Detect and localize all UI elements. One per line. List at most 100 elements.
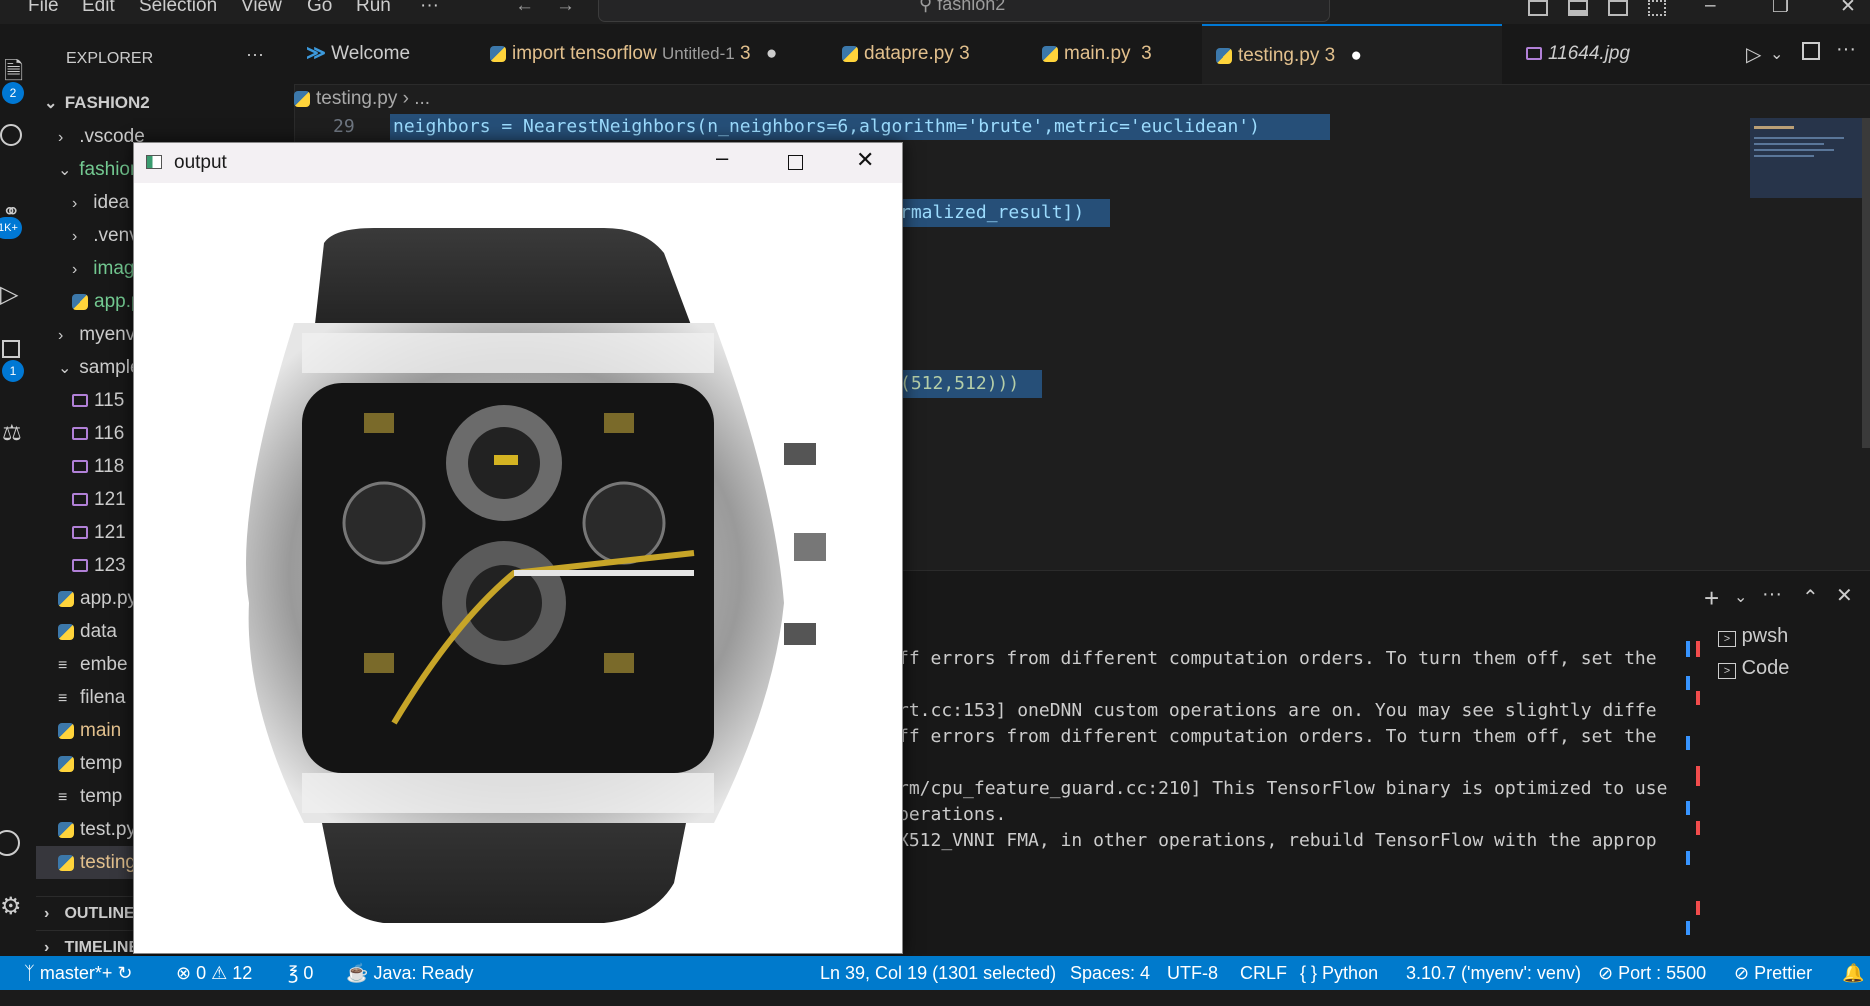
toggle-sidebar-icon[interactable] <box>1528 0 1548 16</box>
menu-file[interactable]: File <box>28 0 59 17</box>
text-file-icon: ≡ <box>58 789 68 806</box>
no-entry-icon: ⊘ <box>1598 963 1614 983</box>
toggle-panel-icon[interactable] <box>1568 0 1588 16</box>
code-line-29[interactable]: neighbors = NearestNeighbors(n_neighbors… <box>393 116 1260 137</box>
back-arrow-icon[interactable]: ← <box>515 0 534 17</box>
chevron-down-icon[interactable]: ⌄ <box>1734 587 1747 607</box>
status-eol[interactable]: CRLF <box>1240 956 1287 990</box>
testing-icon[interactable]: ⚖ <box>2 420 22 446</box>
run-file-icon[interactable]: ▷ <box>1746 42 1761 67</box>
coffee-icon: ☕ <box>346 963 369 983</box>
close-window-icon[interactable]: ✕ <box>1840 0 1856 18</box>
new-terminal-icon[interactable]: + <box>1704 583 1719 614</box>
status-java[interactable]: ☕ Java: Ready <box>346 956 474 990</box>
command-center[interactable]: ⚲ fashion2 <box>598 0 1330 22</box>
tab-welcome[interactable]: ≫ Welcome <box>306 24 466 84</box>
customize-layout-icon[interactable] <box>1648 0 1666 16</box>
output-window-titlebar[interactable]: output – ✕ <box>134 143 902 183</box>
code-fragment[interactable]: (512,512))) <box>900 373 1019 394</box>
tab-untitled[interactable]: import tensorflow Untitled-1 3 ● <box>490 24 777 84</box>
toggle-secondary-sidebar-icon[interactable] <box>1608 0 1628 16</box>
error-count: 0 <box>196 963 207 983</box>
maximize-icon[interactable] <box>788 155 803 170</box>
minimize-icon[interactable]: – <box>716 145 728 171</box>
status-bar: ᛉ master*+ ↻ ⊗ 0 ⚠ 12 ℥ 0 ☕ Java: Ready … <box>0 956 1870 990</box>
forward-arrow-icon[interactable]: → <box>556 0 575 17</box>
menu-go[interactable]: Go <box>307 0 332 17</box>
image-file-icon <box>72 493 88 507</box>
account-icon[interactable] <box>0 830 20 856</box>
maximize-panel-icon[interactable]: ⌃ <box>1802 585 1819 610</box>
close-icon[interactable]: ✕ <box>856 147 874 173</box>
python-file-icon <box>58 821 74 838</box>
tab-testing-active[interactable]: testing.py 3 ● <box>1202 24 1502 84</box>
code-fragment[interactable]: rmalized_result]) <box>900 202 1084 223</box>
chevron-right-icon: › <box>72 261 78 278</box>
terminal-session-code[interactable]: > Code <box>1718 657 1789 680</box>
status-live-server[interactable]: ⊘ Port : 5500 <box>1598 956 1706 990</box>
tree-item-label: fashion <box>79 159 141 180</box>
breadcrumb[interactable]: testing.py › ... <box>294 88 430 110</box>
extensions-icon[interactable] <box>2 340 20 358</box>
tree-item-label: 118 <box>94 456 125 477</box>
settings-gear-icon[interactable]: ⚙ <box>0 892 22 921</box>
unsaved-dot-icon[interactable]: ● <box>1350 45 1361 66</box>
notifications-bell-icon[interactable]: 🔔 <box>1842 956 1864 990</box>
warning-icon: ⚠ <box>211 963 228 983</box>
ports-count: 0 <box>303 963 314 983</box>
tree-item-label: main <box>80 720 122 741</box>
tree-item-label: 116 <box>94 423 125 444</box>
more-actions-icon[interactable]: ··· <box>1836 38 1856 61</box>
search-icon[interactable] <box>0 124 22 146</box>
status-cursor-position[interactable]: Ln 39, Col 19 (1301 selected) <box>820 956 1056 990</box>
tab-problem-count: 3 <box>740 43 751 64</box>
status-encoding[interactable]: UTF-8 <box>1167 956 1218 990</box>
tab-label: 11644.jpg <box>1548 43 1631 64</box>
explorer-badge: 2 <box>2 82 24 104</box>
menu-more[interactable]: ··· <box>420 0 439 17</box>
tab-label: datapre.py <box>864 43 954 64</box>
output-image-window[interactable]: output – ✕ <box>133 142 903 954</box>
java-label: Java: Ready <box>373 963 474 983</box>
menu-edit[interactable]: Edit <box>82 0 115 17</box>
line-number: 29 <box>333 116 355 137</box>
terminal-session-pwsh[interactable]: > pwsh <box>1718 625 1788 648</box>
tab-datapre[interactable]: datapre.py 3 <box>842 24 970 84</box>
terminal-session-label: Code <box>1741 657 1790 679</box>
status-ports[interactable]: ℥ 0 <box>288 956 313 990</box>
timeline-label: TIMELINE <box>64 939 140 956</box>
panel-more-icon[interactable]: ··· <box>1762 583 1782 606</box>
python-file-icon <box>490 45 506 62</box>
workspace-root[interactable]: ⌄ FASHION2 <box>36 86 302 119</box>
tab-description: Untitled-1 <box>661 44 735 63</box>
minimize-window-icon[interactable]: – <box>1705 0 1716 17</box>
image-file-icon <box>72 427 88 441</box>
minimap[interactable] <box>1750 118 1864 198</box>
status-prettier[interactable]: ⊘ Prettier <box>1734 956 1812 990</box>
terminal-output-line: X512_VNNI FMA, in other operations, rebu… <box>898 830 1657 851</box>
tab-image-preview[interactable]: 11644.jpg <box>1526 24 1630 84</box>
editor-scrollbar[interactable] <box>1862 118 1870 448</box>
status-branch[interactable]: ᛉ master*+ ↻ <box>24 956 132 990</box>
menu-selection[interactable]: Selection <box>139 0 217 17</box>
unsaved-dot-icon[interactable]: ● <box>766 43 777 64</box>
split-editor-icon[interactable] <box>1802 42 1820 60</box>
close-panel-icon[interactable]: ✕ <box>1836 583 1853 608</box>
broadcast-icon: ℥ <box>288 963 299 983</box>
tab-problem-count: 3 <box>959 43 970 64</box>
explorer-more-icon[interactable]: ··· <box>246 44 264 65</box>
run-debug-icon[interactable]: ▷ <box>0 280 18 309</box>
terminal-output-line: perations. <box>898 804 1007 825</box>
image-file-icon <box>72 460 88 474</box>
status-problems[interactable]: ⊗ 0 ⚠ 12 <box>176 956 252 990</box>
menu-run[interactable]: Run <box>356 0 391 17</box>
restore-window-icon[interactable]: ❐ <box>1772 0 1789 18</box>
tree-item-label: 121 <box>94 522 126 543</box>
status-indentation[interactable]: Spaces: 4 <box>1070 956 1150 990</box>
tab-problem-count: 3 <box>1324 45 1336 66</box>
tab-main[interactable]: main.py 3 <box>1042 24 1152 84</box>
status-language[interactable]: { } Python <box>1300 956 1378 990</box>
status-interpreter[interactable]: 3.10.7 ('myenv': venv) <box>1406 956 1581 990</box>
menu-view[interactable]: View <box>241 0 282 17</box>
chevron-down-icon[interactable]: ⌄ <box>1770 44 1783 64</box>
